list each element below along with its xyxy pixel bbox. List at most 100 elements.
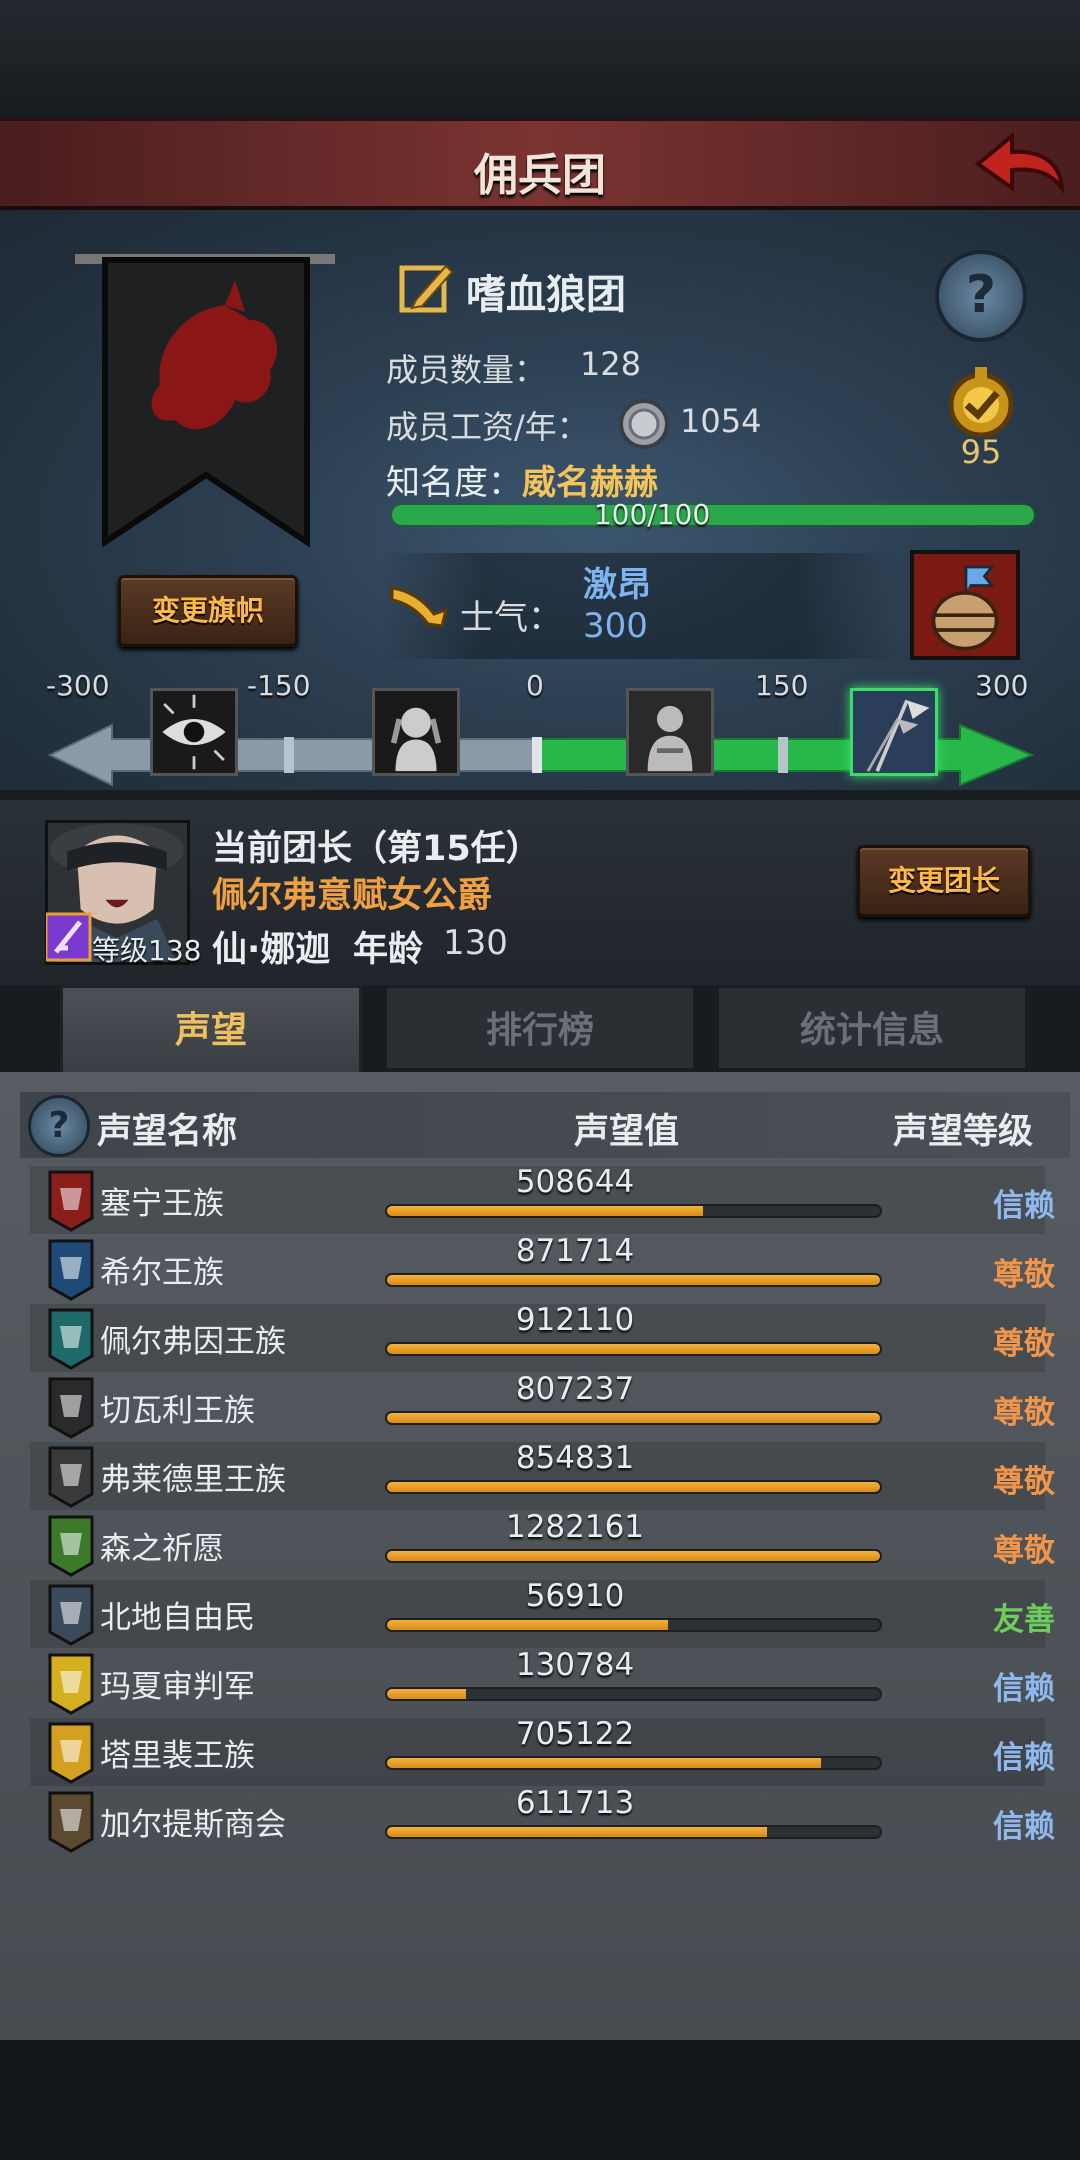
title-bar: 佣兵团	[0, 118, 1080, 210]
reputation-level: 尊敬	[993, 1464, 1055, 1500]
tab-ranking[interactable]: 排行榜	[384, 985, 696, 1071]
reputation-level: 尊敬	[993, 1395, 1055, 1431]
table-row[interactable]: 弗莱德里王族 854831 尊敬	[30, 1440, 1055, 1510]
leader-title: 当前团长（第15任）	[212, 829, 541, 869]
faction-crest-icon	[48, 1446, 94, 1508]
table-row[interactable]: 北地自由民 56910 友善	[30, 1578, 1055, 1648]
faction-name: 弗莱德里王族	[100, 1462, 286, 1498]
leader-age-label: 年龄	[353, 930, 424, 970]
scale-label-zero: 0	[526, 669, 544, 702]
guild-name: 嗜血狼团	[466, 272, 626, 318]
leader-name: 仙·娜迦	[212, 930, 331, 970]
faction-name: 森之祈愿	[100, 1531, 224, 1567]
tab-statistics[interactable]: 统计信息	[716, 985, 1028, 1071]
col-name-header: 声望名称	[97, 1112, 238, 1152]
reputation-bar	[385, 1549, 882, 1563]
scale-label-neg: -150	[247, 669, 311, 702]
reputation-bar-fill	[387, 1827, 767, 1837]
reputation-value: 508644	[515, 1164, 635, 1200]
despair-icon[interactable]	[372, 688, 460, 776]
level-label: 等级	[92, 934, 149, 967]
reputation-bar-fill	[387, 1206, 703, 1216]
table-row[interactable]: 切瓦利王族 807237 尊敬	[30, 1371, 1055, 1441]
reputation-bar-fill	[387, 1482, 880, 1492]
scale-label-pos: 150	[755, 669, 809, 702]
morale-value: 300	[583, 606, 648, 646]
reputation-level: 信赖	[993, 1740, 1055, 1776]
rank-value: 95	[960, 433, 1002, 471]
level-value: 138	[148, 934, 202, 967]
scale-label-max: 300	[975, 669, 1029, 702]
faction-crest-icon	[48, 1377, 94, 1439]
faction-crest-icon	[48, 1170, 94, 1232]
faction-name: 塞宁王族	[100, 1186, 224, 1222]
reputation-bar	[385, 1825, 882, 1839]
leader-age-value: 130	[443, 923, 508, 963]
victory-flag-icon[interactable]	[850, 688, 938, 776]
edit-name-icon[interactable]	[398, 258, 456, 316]
scale-label-min: -300	[46, 669, 110, 702]
faction-name: 切瓦利王族	[100, 1393, 255, 1429]
horn-icon	[390, 586, 449, 628]
fame-value: 威名赫赫	[522, 463, 658, 503]
faction-name: 北地自由民	[100, 1600, 255, 1636]
reputation-bar-fill	[387, 1758, 821, 1768]
reputation-bar	[385, 1204, 882, 1218]
reputation-value: 871714	[515, 1233, 635, 1269]
table-row[interactable]: 森之祈愿 1282161 尊敬	[30, 1509, 1055, 1579]
reputation-level: 信赖	[993, 1671, 1055, 1707]
reputation-value: 1282161	[505, 1509, 645, 1545]
faction-crest-icon	[48, 1584, 94, 1646]
reputation-bar-fill	[387, 1551, 880, 1561]
change-leader-button[interactable]: 变更团长	[857, 845, 1031, 917]
faction-crest-icon	[48, 1515, 94, 1577]
reputation-bar	[385, 1273, 882, 1287]
reputation-bar	[385, 1480, 882, 1494]
back-arrow-icon[interactable]	[970, 126, 1070, 206]
morale-label: 士气：	[460, 598, 562, 638]
members-label: 成员数量：	[386, 351, 547, 389]
help-icon[interactable]: ?	[935, 250, 1027, 342]
calm-icon[interactable]	[626, 688, 714, 776]
faction-crest-icon	[48, 1653, 94, 1715]
faction-crest-icon	[48, 1722, 94, 1784]
change-flag-button[interactable]: 变更旗帜	[118, 575, 298, 647]
morale-state: 激昂	[583, 565, 651, 605]
reputation-value: 130784	[515, 1647, 635, 1683]
faction-name: 希尔王族	[100, 1255, 224, 1291]
reputation-level: 友善	[993, 1602, 1055, 1638]
reputation-value: 611713	[515, 1785, 635, 1821]
barrel-icon	[910, 550, 1020, 660]
reputation-help-icon[interactable]: ?	[28, 1095, 90, 1157]
eye-icon[interactable]	[150, 688, 238, 776]
faction-name: 佩尔弗因王族	[100, 1324, 286, 1360]
silver-coin-icon	[619, 399, 669, 449]
table-row[interactable]: 佩尔弗因王族 912110 尊敬	[30, 1302, 1055, 1372]
table-row[interactable]: 塔里裴王族 705122 信赖	[30, 1716, 1055, 1786]
reputation-value: 807237	[515, 1371, 635, 1407]
faction-crest-icon	[48, 1308, 94, 1370]
reputation-bar	[385, 1756, 882, 1770]
table-row[interactable]: 玛夏审判军 130784 信赖	[30, 1647, 1055, 1717]
faction-name: 玛夏审判军	[100, 1669, 255, 1705]
faction-crest-icon	[48, 1791, 94, 1853]
table-row[interactable]: 加尔提斯商会 611713 信赖	[30, 1785, 1055, 1855]
faction-name: 塔里裴王族	[100, 1738, 255, 1774]
leader-level: 等级138	[92, 929, 201, 969]
page-title: 佣兵团	[474, 150, 606, 201]
reputation-value: 912110	[515, 1302, 635, 1338]
col-value-header: 声望值	[574, 1112, 680, 1152]
reputation-level: 信赖	[993, 1809, 1055, 1845]
reputation-bar	[385, 1687, 882, 1701]
table-row[interactable]: 塞宁王族 508644 信赖	[30, 1164, 1055, 1234]
reputation-bar	[385, 1618, 882, 1632]
reputation-bar-fill	[387, 1689, 466, 1699]
col-level-header: 声望等级	[893, 1112, 1034, 1152]
reputation-value: 854831	[515, 1440, 635, 1476]
leader-noble-title: 佩尔弗意赋女公爵	[212, 876, 493, 916]
table-row[interactable]: 希尔王族 871714 尊敬	[30, 1233, 1055, 1303]
tab-reputation[interactable]: 声望	[60, 985, 362, 1077]
reputation-level: 信赖	[993, 1188, 1055, 1224]
status-bar-area	[0, 0, 1080, 118]
guild-banner-icon	[75, 254, 335, 548]
